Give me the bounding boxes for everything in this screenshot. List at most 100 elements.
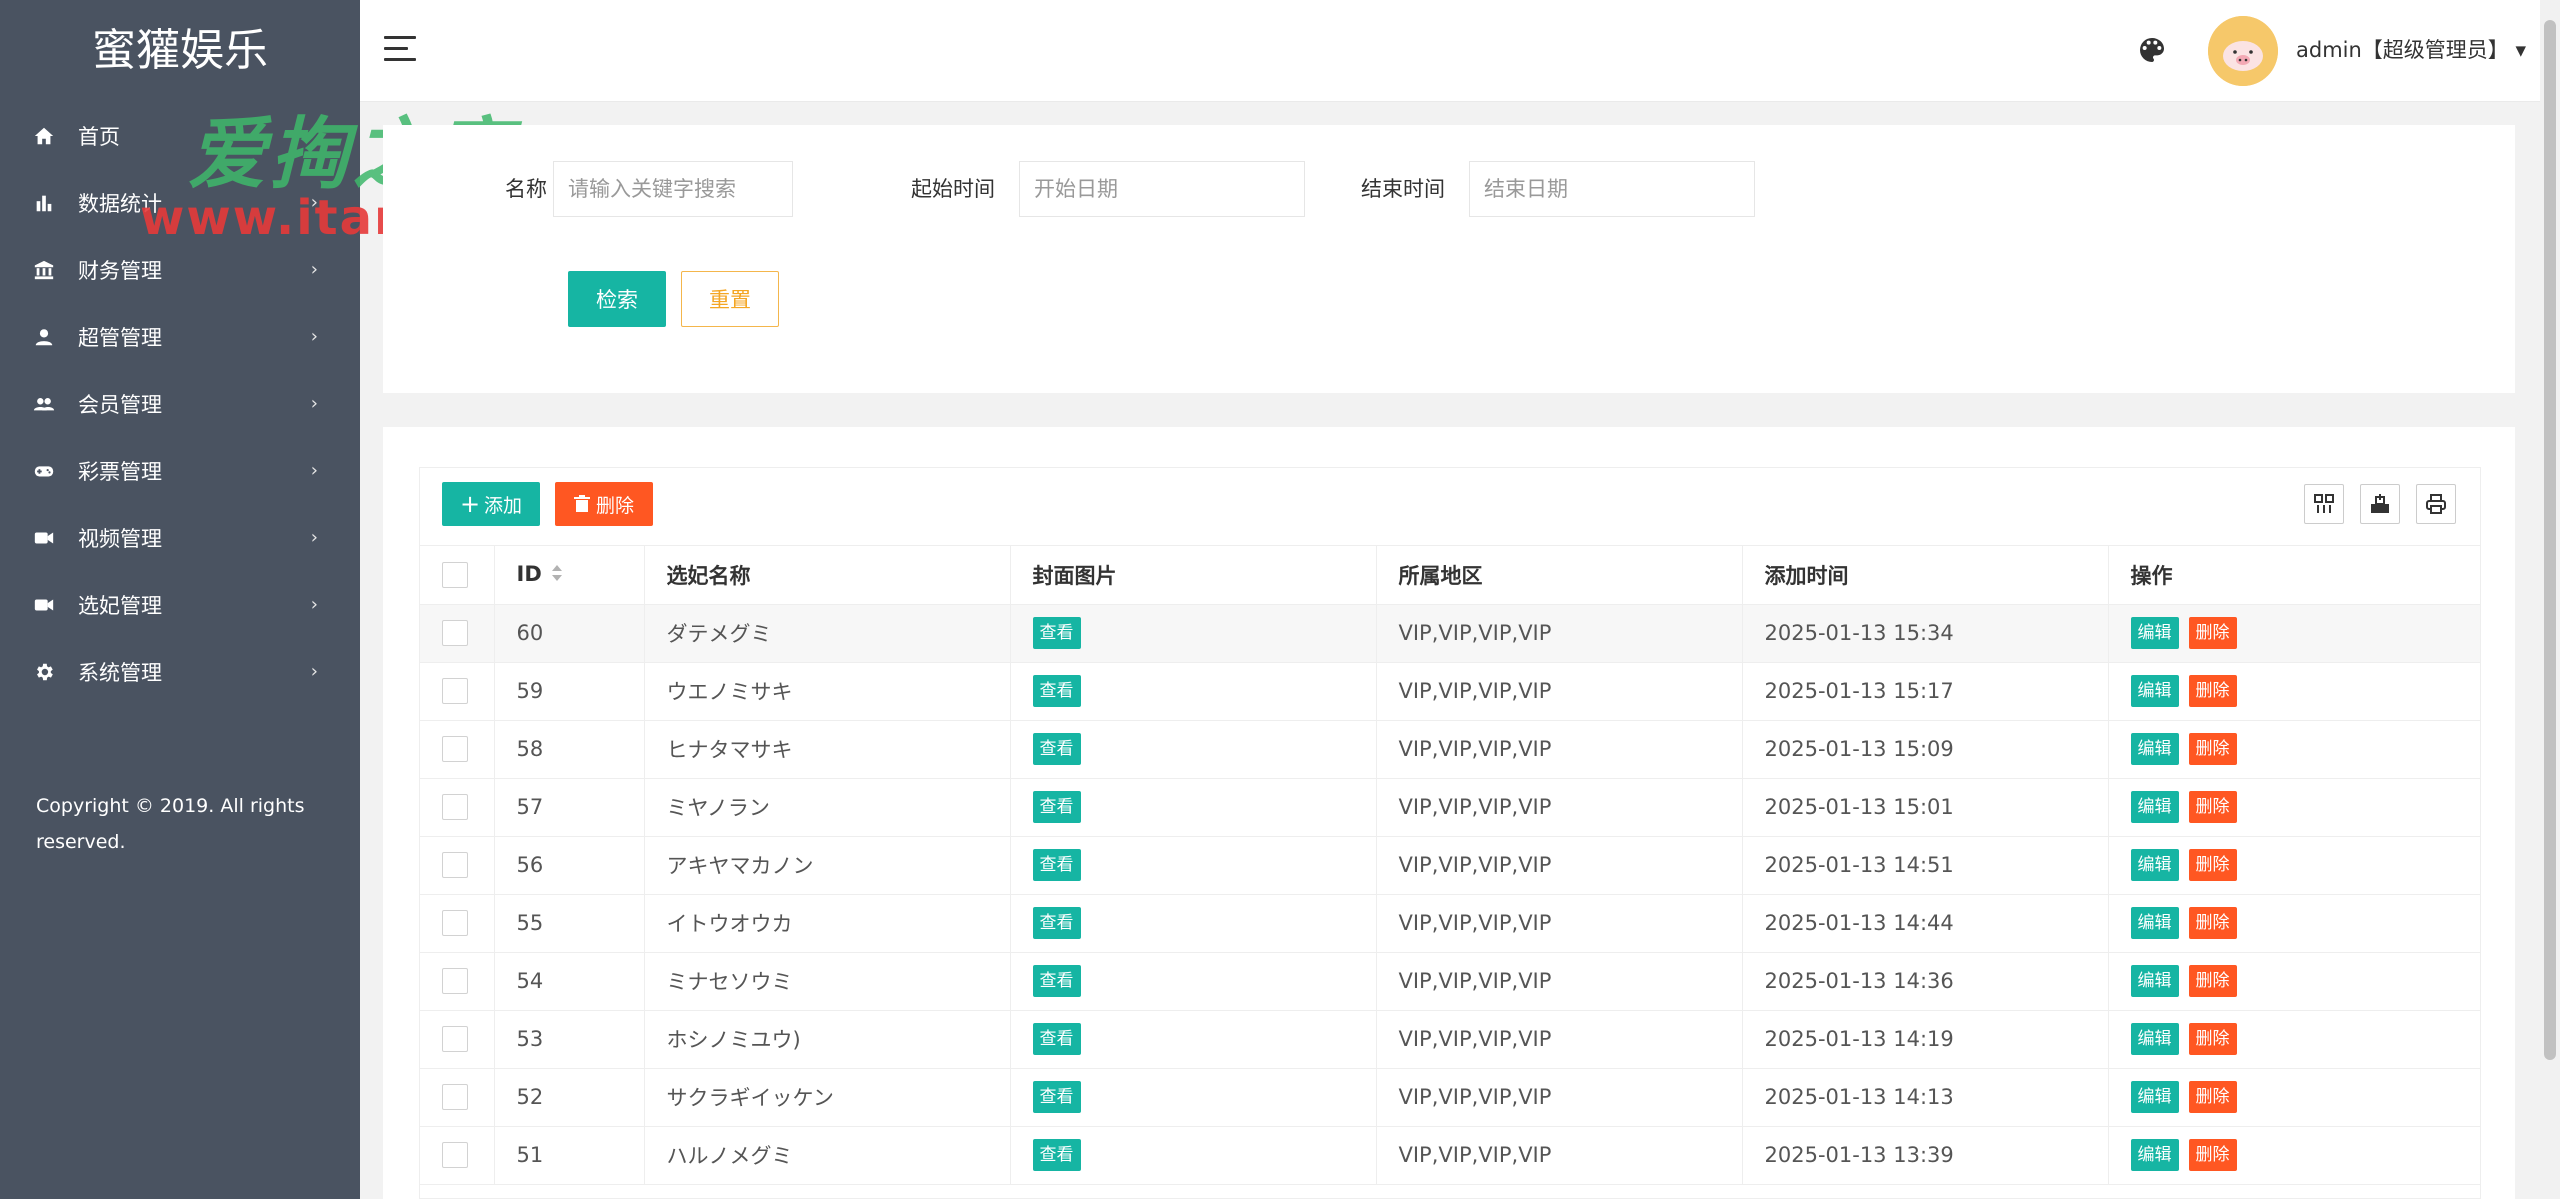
name-cell: サクラギイッケン — [644, 1068, 1011, 1127]
chevron-right-icon: › — [310, 594, 318, 615]
delete-button[interactable]: 删除 — [2188, 675, 2237, 707]
edit-button[interactable]: 编辑 — [2130, 849, 2179, 881]
sidebar-nav: 首页数据统计 › 财务管理 › 超管管理 › 会员管理 › 彩票管理 › 视频管理 › 选妃管理 › 系统管… — [0, 102, 360, 705]
view-cover-button[interactable]: 查看 — [1032, 907, 1081, 939]
table-row: 51 ハルノメグミ 查看 VIP,VIP,VIP,VIP 2025-01-13 13:3… — [420, 1126, 2480, 1185]
delete-button[interactable]: 删除 — [2188, 1081, 2237, 1113]
user-icon — [32, 325, 56, 349]
id-cell: 52 — [494, 1068, 645, 1127]
row-checkbox[interactable] — [442, 1026, 468, 1052]
row-checkbox[interactable] — [442, 678, 468, 704]
time-cell: 2025-01-13 14:44 — [1742, 894, 2109, 953]
row-checkbox[interactable] — [442, 910, 468, 936]
row-checkbox[interactable] — [442, 852, 468, 878]
data-table-container: + 添加 删除 ID 选妃名称 封面图片 所属地区 添加时间 操作 60 ダテメ… — [419, 467, 2481, 1199]
chevron-right-icon: › — [310, 192, 318, 213]
row-select-cell — [420, 894, 495, 953]
home-icon — [32, 124, 56, 148]
name-search-input[interactable] — [553, 161, 793, 217]
print-icon[interactable] — [2416, 484, 2456, 524]
avatar[interactable] — [2208, 16, 2278, 86]
row-checkbox[interactable] — [442, 794, 468, 820]
delete-button[interactable]: 删除 — [2188, 849, 2237, 881]
view-cover-button[interactable]: 查看 — [1032, 733, 1081, 765]
edit-button[interactable]: 编辑 — [2130, 1081, 2179, 1113]
edit-button[interactable]: 编辑 — [2130, 675, 2179, 707]
sidebar-item-5[interactable]: 彩票管理 › — [0, 437, 360, 504]
actions-cell: 编辑 删除 — [2108, 952, 2480, 1011]
bank-icon — [32, 258, 56, 282]
delete-button[interactable]: 删除 — [2188, 965, 2237, 997]
edit-button[interactable]: 编辑 — [2130, 907, 2179, 939]
edit-button[interactable]: 编辑 — [2130, 965, 2179, 997]
delete-button[interactable]: 删除 — [2188, 733, 2237, 765]
row-select-cell — [420, 662, 495, 721]
row-checkbox[interactable] — [442, 1142, 468, 1168]
row-select-cell — [420, 1068, 495, 1127]
sidebar-item-4[interactable]: 会员管理 › — [0, 370, 360, 437]
sidebar: 蜜獾娱乐 首页 数据统计 › 财务管理 › 超管管理 › 会员管理 › 彩票管理 › 视频管理 › 选妃管… — [0, 0, 360, 1199]
menu-toggle-icon[interactable] — [384, 36, 416, 64]
scrollbar-thumb[interactable] — [2544, 20, 2556, 1060]
sidebar-item-6[interactable]: 视频管理 › — [0, 504, 360, 571]
columns-filter-icon[interactable] — [2304, 484, 2344, 524]
name-cell: ミヤノラン — [644, 778, 1011, 837]
time-cell: 2025-01-13 14:13 — [1742, 1068, 2109, 1127]
edit-button[interactable]: 编辑 — [2130, 617, 2179, 649]
video-icon — [32, 593, 56, 617]
add-button[interactable]: + 添加 — [442, 482, 540, 526]
delete-button[interactable]: 删除 — [2188, 1023, 2237, 1055]
sidebar-item-1[interactable]: 数据统计 › — [0, 169, 360, 236]
select-all-cell — [420, 546, 495, 605]
select-all-checkbox[interactable] — [442, 561, 468, 588]
sidebar-item-3[interactable]: 超管管理 › — [0, 303, 360, 370]
column-header-name: 选妃名称 — [644, 546, 1011, 605]
cover-cell: 查看 — [1010, 1126, 1377, 1185]
scrollbar[interactable] — [2540, 0, 2560, 1199]
delete-button[interactable]: 删除 — [2188, 617, 2237, 649]
row-checkbox[interactable] — [442, 1084, 468, 1110]
palette-icon[interactable] — [2136, 34, 2168, 66]
batch-delete-button[interactable]: 删除 — [555, 482, 653, 526]
row-checkbox[interactable] — [442, 968, 468, 994]
sidebar-item-2[interactable]: 财务管理 › — [0, 236, 360, 303]
row-checkbox[interactable] — [442, 736, 468, 762]
view-cover-button[interactable]: 查看 — [1032, 965, 1081, 997]
view-cover-button[interactable]: 查看 — [1032, 1139, 1081, 1171]
view-cover-button[interactable]: 查看 — [1032, 1081, 1081, 1113]
delete-button[interactable]: 删除 — [2188, 907, 2237, 939]
edit-button[interactable]: 编辑 — [2130, 1139, 2179, 1171]
end-date-input[interactable] — [1469, 161, 1755, 217]
gamepad-icon — [32, 459, 56, 483]
view-cover-button[interactable]: 查看 — [1032, 1023, 1081, 1055]
search-button[interactable]: 检索 — [568, 271, 666, 327]
view-cover-button[interactable]: 查看 — [1032, 791, 1081, 823]
end-time-label: 结束时间 — [1361, 177, 1445, 201]
user-menu[interactable]: admin【超级管理员】 ▾ — [2296, 34, 2526, 64]
sidebar-item-label: 数据统计 — [78, 191, 162, 216]
sidebar-item-0[interactable]: 首页 — [0, 102, 360, 169]
name-cell: ヒナタマサキ — [644, 720, 1011, 779]
name-label: 名称 — [505, 177, 547, 201]
view-cover-button[interactable]: 查看 — [1032, 675, 1081, 707]
column-header-id[interactable]: ID — [494, 546, 645, 605]
edit-button[interactable]: 编辑 — [2130, 733, 2179, 765]
row-checkbox[interactable] — [442, 620, 468, 646]
copyright-text: Copyright © 2019. All rights reserved. — [36, 795, 305, 853]
id-cell: 55 — [494, 894, 645, 953]
delete-button[interactable]: 删除 — [2188, 1139, 2237, 1171]
view-cover-button[interactable]: 查看 — [1032, 617, 1081, 649]
chevron-right-icon: › — [310, 527, 318, 548]
name-cell: イトウオウカ — [644, 894, 1011, 953]
view-cover-button[interactable]: 查看 — [1032, 849, 1081, 881]
start-date-input[interactable] — [1019, 161, 1305, 217]
sidebar-item-8[interactable]: 系统管理 › — [0, 638, 360, 705]
export-icon[interactable] — [2360, 484, 2400, 524]
edit-button[interactable]: 编辑 — [2130, 791, 2179, 823]
edit-button[interactable]: 编辑 — [2130, 1023, 2179, 1055]
reset-button[interactable]: 重置 — [681, 271, 779, 327]
delete-button[interactable]: 删除 — [2188, 791, 2237, 823]
sidebar-item-7[interactable]: 选妃管理 › — [0, 571, 360, 638]
chevron-right-icon: › — [310, 661, 318, 682]
sort-icon[interactable] — [550, 563, 564, 588]
